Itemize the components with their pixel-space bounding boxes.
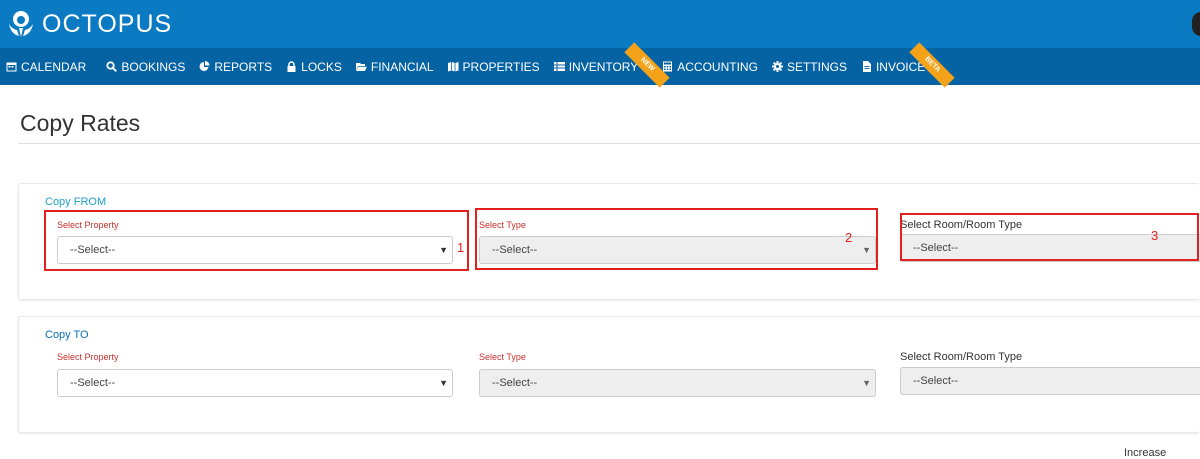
search-icon — [106, 61, 118, 72]
to-type-select[interactable]: --Select-- ▼ — [479, 369, 876, 397]
brand-name: OCTOPUS — [42, 10, 173, 38]
increase-label: Increase — [1124, 447, 1167, 459]
to-property-label: Select Property — [57, 352, 119, 362]
annotation-box-1 — [44, 210, 469, 271]
copy-to-panel: Copy TO Select Property --Select-- ▼ Sel… — [18, 316, 1200, 433]
annotation-number-2: 2 — [845, 230, 853, 245]
user-avatar[interactable] — [1192, 12, 1200, 36]
nav-calendar-label: CALENDAR — [21, 59, 87, 74]
annotation-number-1: 1 — [457, 240, 465, 255]
main-nav: CALENDAR BOOKINGS REPORTS LOCKS FINANCIA… — [0, 42, 1200, 88]
dropdown-caret-icon: ▼ — [439, 378, 448, 388]
nav-bookings[interactable]: BOOKINGS — [106, 48, 185, 85]
to-room-value: --Select-- — [913, 375, 959, 387]
to-property-value: --Select-- — [70, 377, 116, 389]
brand-logo[interactable]: OCTOPUS — [6, 9, 172, 39]
nav-inventory[interactable]: INVENTORY NEW — [553, 42, 670, 88]
nav-settings-label: SETTINGS — [786, 59, 847, 74]
to-type-value: --Select-- — [492, 377, 538, 389]
annotation-number-3: 3 — [1151, 228, 1159, 243]
nav-inventory-label: INVENTORY — [568, 59, 639, 74]
calendar-icon — [6, 62, 17, 72]
to-room-label: Select Room/Room Type — [900, 351, 1023, 363]
top-header: OCTOPUS — [0, 0, 1200, 48]
to-type-label: Select Type — [479, 352, 526, 362]
gear-icon — [771, 61, 783, 72]
page-title: Copy Rates — [20, 110, 141, 136]
nav-settings[interactable]: SETTINGS — [771, 48, 847, 85]
nav-financial[interactable]: FINANCIAL — [355, 48, 434, 85]
nav-accounting[interactable]: ACCOUNTING — [662, 48, 758, 85]
to-property-select[interactable]: --Select-- ▼ — [57, 369, 453, 397]
dropdown-caret-icon: ▼ — [862, 378, 871, 388]
to-room-select[interactable]: --Select-- — [900, 367, 1200, 395]
nav-properties[interactable]: PROPERTIES — [447, 48, 540, 85]
title-divider — [18, 143, 1200, 144]
folder-open-icon — [355, 63, 367, 71]
nav-reports[interactable]: REPORTS — [199, 48, 272, 85]
nav-reports-label: REPORTS — [214, 59, 273, 74]
file-icon — [862, 61, 871, 72]
lock-icon — [287, 61, 296, 72]
nav-financial-label: FINANCIAL — [370, 59, 434, 74]
pie-chart-icon — [199, 61, 210, 71]
list-icon — [553, 62, 565, 71]
nav-locks-label: LOCKS — [301, 59, 342, 74]
copy-from-heading: Copy FROM — [45, 196, 107, 208]
map-icon — [447, 62, 459, 72]
nav-accounting-label: ACCOUNTING — [677, 59, 758, 74]
copy-to-heading: Copy TO — [45, 329, 89, 341]
octopus-logo-icon — [9, 11, 33, 37]
annotation-box-2 — [475, 208, 878, 270]
calculator-icon — [663, 61, 673, 72]
nav-invoice[interactable]: INVOICE BETA — [861, 42, 955, 88]
nav-properties-label: PROPERTIES — [462, 59, 540, 74]
nav-bookings-label: BOOKINGS — [121, 59, 186, 74]
nav-locks[interactable]: LOCKS — [286, 48, 342, 85]
nav-calendar[interactable]: CALENDAR — [6, 48, 86, 85]
